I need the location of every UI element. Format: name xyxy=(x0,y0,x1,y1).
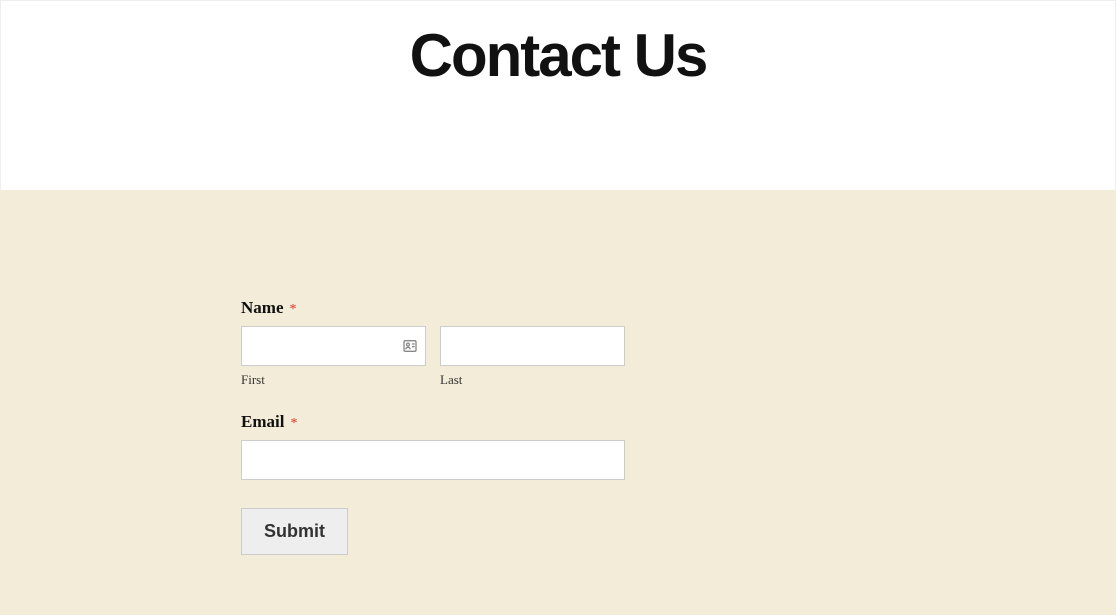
name-label: Name xyxy=(241,298,283,318)
email-label: Email xyxy=(241,412,284,432)
first-name-column: First xyxy=(241,326,426,388)
required-marker-icon: * xyxy=(289,302,296,317)
name-field-group: Name * xyxy=(241,298,881,388)
required-marker-icon: * xyxy=(290,416,297,431)
contact-form: Name * xyxy=(241,298,881,555)
name-row: First Last xyxy=(241,326,881,388)
last-name-column: Last xyxy=(440,326,625,388)
first-name-input[interactable] xyxy=(241,326,426,366)
form-section: Name * xyxy=(0,190,1116,615)
header-section: Contact Us xyxy=(0,0,1116,190)
last-name-input[interactable] xyxy=(440,326,625,366)
page-title: Contact Us xyxy=(1,21,1115,90)
first-name-input-wrap xyxy=(241,326,426,366)
email-field-group: Email * xyxy=(241,412,881,480)
first-name-sublabel: First xyxy=(241,372,426,388)
last-name-sublabel: Last xyxy=(440,372,625,388)
submit-button[interactable]: Submit xyxy=(241,508,348,555)
email-input[interactable] xyxy=(241,440,625,480)
